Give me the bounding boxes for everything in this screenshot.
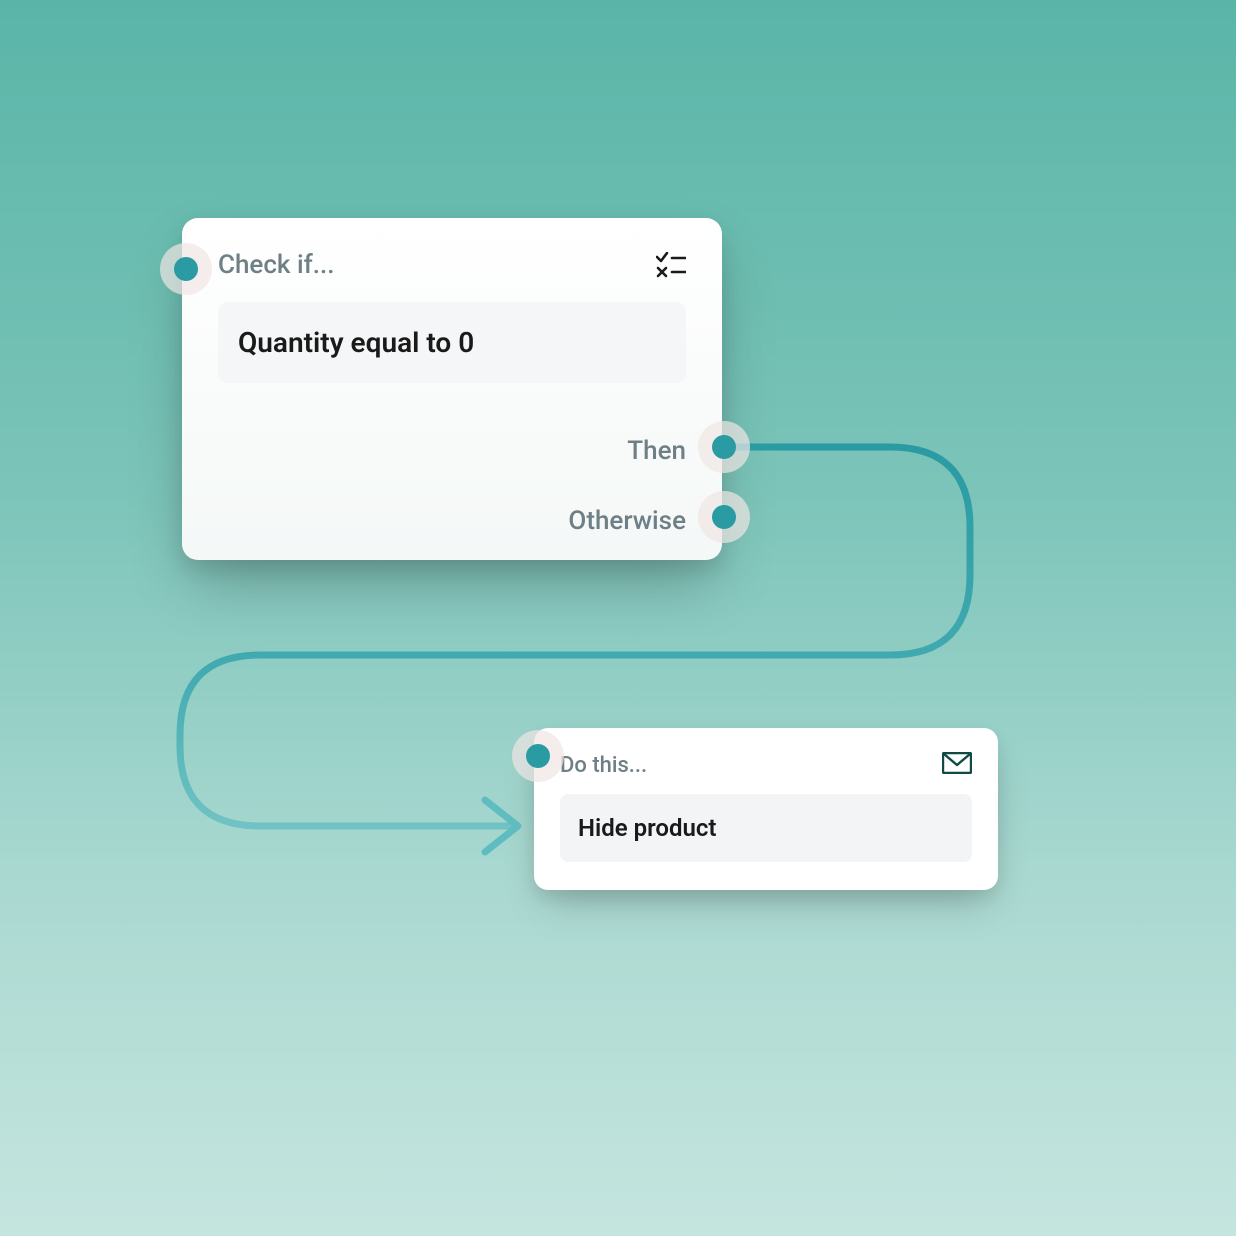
condition-node[interactable]: Check if... Quantity equal to 0 Then Oth… <box>182 218 722 560</box>
checklist-icon <box>656 252 686 278</box>
branch-then-label: Then <box>568 438 686 464</box>
action-input-port[interactable] <box>526 744 550 768</box>
otherwise-output-port[interactable] <box>712 505 736 529</box>
condition-expression[interactable]: Quantity equal to 0 <box>218 302 686 383</box>
action-header: Do this... <box>560 752 972 778</box>
envelope-icon <box>942 752 972 778</box>
then-output-port[interactable] <box>712 435 736 459</box>
connector-then-to-action <box>0 0 1236 1236</box>
workflow-canvas[interactable]: Check if... Quantity equal to 0 Then Oth… <box>0 0 1236 1236</box>
action-node[interactable]: Do this... Hide product <box>534 728 998 890</box>
branch-otherwise-label: Otherwise <box>568 508 686 534</box>
condition-header: Check if... <box>218 250 686 280</box>
condition-title: Check if... <box>218 250 334 280</box>
condition-branches: Then Otherwise <box>568 438 686 534</box>
action-title: Do this... <box>560 753 647 778</box>
action-body[interactable]: Hide product <box>560 794 972 862</box>
condition-input-port[interactable] <box>174 257 198 281</box>
